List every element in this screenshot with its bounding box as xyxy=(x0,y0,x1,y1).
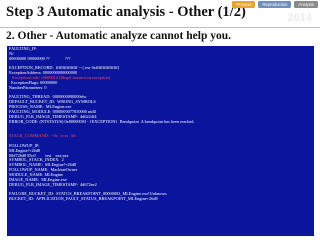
title-divider xyxy=(0,27,320,28)
slide-title: Step 3 Automatic analysis - Other (1/2) xyxy=(6,4,246,20)
tab-reproduction[interactable]: Reproduction xyxy=(258,1,292,8)
nav-tabs: Process Reproduction Analysis xyxy=(232,1,318,8)
watermark: 2014 xyxy=(287,12,312,24)
tab-analysis[interactable]: Analysis xyxy=(294,1,318,8)
log-line: BUCKET_ID: APPLICATION_FAULT_STATUS_BREA… xyxy=(9,197,158,202)
tab-process[interactable]: Process xyxy=(232,1,256,8)
debugger-output-panel: FAULTING_IP: N/: 00000000`00000000 ?? ??? E… xyxy=(7,46,314,236)
slide-subtitle: 2. Other - Automatic analyze cannot help… xyxy=(6,30,231,42)
